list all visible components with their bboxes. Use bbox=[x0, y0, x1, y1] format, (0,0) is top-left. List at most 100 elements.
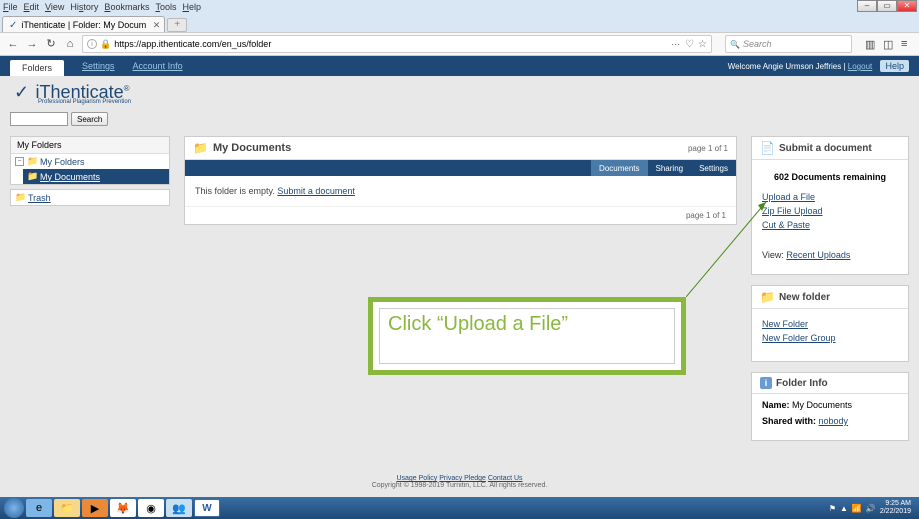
view-label: View: bbox=[762, 250, 784, 260]
menu-bookmarks[interactable]: Bookmarks bbox=[104, 2, 149, 12]
window-close[interactable]: ✕ bbox=[897, 0, 917, 12]
info-icon: i bbox=[760, 377, 772, 389]
app-nav-bar: Folders Settings Account Info Welcome An… bbox=[0, 56, 919, 76]
zip-file-upload-link[interactable]: Zip File Upload bbox=[762, 206, 898, 216]
new-folder-panel: 📁New folder New Folder New Folder Group bbox=[751, 285, 909, 362]
documents-panel: 📁 My Documents page 1 of 1 Documents Sha… bbox=[184, 136, 737, 225]
library-icon[interactable]: ▥ bbox=[865, 38, 877, 51]
tray-flag-icon[interactable]: ⚑ bbox=[829, 504, 836, 513]
menu-view[interactable]: View bbox=[45, 2, 64, 12]
callout-text: Click “Upload a File” bbox=[379, 308, 675, 364]
folder-search-button[interactable]: Search bbox=[71, 112, 108, 126]
tray-up-icon[interactable]: ▲ bbox=[840, 504, 848, 513]
windows-taskbar: e 📁 ▶ 🦊 ◉ 👥 W ⚑ ▲ 📶 🔊 9:25 AM 2/22/2019 bbox=[0, 497, 919, 519]
folder-icon: 📁 bbox=[27, 171, 37, 182]
menu-tools[interactable]: Tools bbox=[155, 2, 176, 12]
menu-file[interactable]: File bbox=[3, 2, 18, 12]
new-tab-button[interactable]: + bbox=[167, 18, 187, 32]
tab-favicon: ✓ bbox=[9, 20, 17, 31]
pager-top: page 1 of 1 bbox=[688, 144, 728, 153]
submit-document-link[interactable]: Submit a document bbox=[277, 186, 355, 196]
trash-icon: 📁 bbox=[15, 192, 25, 203]
menu-help[interactable]: Help bbox=[182, 2, 201, 12]
privacy-pledge-link[interactable]: Privacy Pledge bbox=[439, 475, 486, 482]
new-folder-icon: 📁 bbox=[760, 290, 775, 304]
taskbar-chrome[interactable]: ◉ bbox=[138, 499, 164, 517]
taskbar-word[interactable]: W bbox=[194, 499, 220, 517]
search-placeholder: Search bbox=[743, 39, 772, 49]
lock-icon: 🔒 bbox=[100, 39, 111, 50]
system-clock[interactable]: 9:25 AM 2/22/2019 bbox=[880, 500, 915, 516]
settings-link[interactable]: Settings bbox=[82, 61, 115, 71]
new-folder-link[interactable]: New Folder bbox=[762, 319, 898, 329]
logout-link[interactable]: Logout bbox=[848, 62, 872, 71]
taskbar-app2[interactable]: 👥 bbox=[166, 499, 192, 517]
home-button[interactable]: ⌂ bbox=[63, 37, 77, 51]
contact-us-link[interactable]: Contact Us bbox=[488, 475, 523, 482]
url-text: https://app.ithenticate.com/en_us/folder bbox=[114, 39, 271, 49]
folder-name: My Documents bbox=[792, 400, 852, 410]
logo-tagline: Professional Plagiarism Prevention bbox=[38, 99, 131, 105]
tab-settings[interactable]: Settings bbox=[691, 160, 736, 176]
recent-uploads-link[interactable]: Recent Uploads bbox=[786, 250, 850, 260]
sidebar-icon[interactable]: ◫ bbox=[883, 38, 895, 51]
folder-icon: 📁 bbox=[193, 141, 208, 155]
taskbar-app[interactable]: ▶ bbox=[82, 499, 108, 517]
panel-tabs: Documents Sharing Settings bbox=[185, 160, 736, 176]
annotation-callout: Click “Upload a File” bbox=[368, 297, 686, 375]
window-minimize[interactable]: – bbox=[857, 0, 877, 12]
window-maximize[interactable]: ▭ bbox=[877, 0, 897, 12]
tree-my-documents[interactable]: 📁 My Documents bbox=[23, 169, 169, 184]
menu-history[interactable]: History bbox=[70, 2, 98, 12]
browser-menubar: File Edit View History Bookmarks Tools H… bbox=[0, 0, 919, 14]
site-info-icon[interactable]: i bbox=[87, 39, 97, 49]
start-button[interactable] bbox=[4, 498, 24, 518]
empty-folder-message: This folder is empty. Submit a document bbox=[185, 176, 736, 206]
upload-a-file-link[interactable]: Upload a File bbox=[762, 192, 898, 202]
new-folder-group-link[interactable]: New Folder Group bbox=[762, 333, 898, 343]
folder-icon: 📁 bbox=[27, 156, 37, 167]
back-button[interactable]: ← bbox=[6, 37, 20, 51]
page-footer: Usage Policy Privacy Pledge Contact Us C… bbox=[0, 475, 919, 489]
reload-button[interactable]: ↻ bbox=[44, 37, 58, 51]
cut-paste-link[interactable]: Cut & Paste bbox=[762, 220, 898, 230]
tab-title: iThenticate | Folder: My Docum bbox=[21, 20, 146, 30]
folders-tab[interactable]: Folders bbox=[10, 60, 64, 76]
address-bar[interactable]: i 🔒 https://app.ithenticate.com/en_us/fo… bbox=[82, 35, 712, 53]
documents-remaining: 602 Documents remaining bbox=[762, 172, 898, 182]
tree-root[interactable]: − 📁 My Folders bbox=[11, 154, 169, 169]
submit-document-panel: 📄Submit a document 602 Documents remaini… bbox=[751, 136, 909, 275]
forward-button[interactable]: → bbox=[25, 37, 39, 51]
pocket-icon[interactable]: ♡ bbox=[685, 39, 694, 50]
tray-network-icon[interactable]: 📶 bbox=[852, 504, 862, 513]
taskbar-firefox[interactable]: 🦊 bbox=[110, 499, 136, 517]
usage-policy-link[interactable]: Usage Policy bbox=[396, 475, 437, 482]
tray-volume-icon[interactable]: 🔊 bbox=[866, 504, 876, 513]
menu-edit[interactable]: Edit bbox=[24, 2, 40, 12]
trash-panel: 📁 Trash bbox=[10, 189, 170, 206]
help-button[interactable]: Help bbox=[880, 60, 909, 72]
tree-trash[interactable]: 📁 Trash bbox=[11, 190, 169, 205]
taskbar-explorer[interactable]: 📁 bbox=[54, 499, 80, 517]
folder-tree-title: My Folders bbox=[11, 137, 169, 154]
logo-check-icon: ✓ bbox=[14, 82, 29, 102]
folder-tree-panel: My Folders − 📁 My Folders 📁 My Documents bbox=[10, 136, 170, 185]
welcome-text: Welcome Angie Urmson Jeffries | bbox=[728, 62, 848, 71]
logo-row: ✓ iThenticate® Professional Plagiarism P… bbox=[0, 76, 919, 110]
account-info-link[interactable]: Account Info bbox=[133, 61, 183, 71]
tab-documents[interactable]: Documents bbox=[591, 160, 647, 176]
browser-tab[interactable]: ✓ iThenticate | Folder: My Docum ✕ bbox=[2, 16, 165, 32]
folder-info-panel: iFolder Info Name: My Documents Shared w… bbox=[751, 372, 909, 441]
shared-with-link[interactable]: nobody bbox=[819, 416, 849, 426]
tree-collapse-icon[interactable]: − bbox=[15, 157, 24, 166]
panel-title: My Documents bbox=[213, 142, 291, 154]
page-actions-icon[interactable]: ⋯ bbox=[671, 39, 681, 50]
menu-icon[interactable]: ≡ bbox=[901, 38, 913, 51]
tab-close-icon[interactable]: ✕ bbox=[153, 20, 161, 31]
tab-sharing[interactable]: Sharing bbox=[648, 160, 692, 176]
browser-search-box[interactable]: Search bbox=[725, 35, 852, 53]
taskbar-ie[interactable]: e bbox=[26, 499, 52, 517]
bookmark-star-icon[interactable]: ☆ bbox=[698, 39, 707, 50]
folder-search-input[interactable] bbox=[10, 112, 68, 126]
folder-search-row: Search bbox=[0, 110, 919, 128]
